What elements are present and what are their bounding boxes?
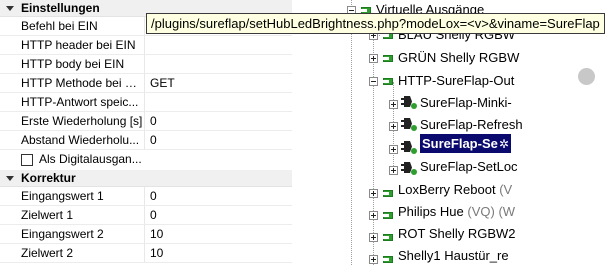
property-value[interactable]: 0 xyxy=(145,112,292,131)
scroll-indicator[interactable] xyxy=(578,68,595,85)
green-output-icon xyxy=(381,231,393,243)
expand-toggle[interactable] xyxy=(389,145,398,154)
tree-node-http-sureflap-out[interactable]: HTTP-SureFlap-Out xyxy=(398,71,514,90)
checkbox-label: Als Digitalausgan... xyxy=(39,152,142,166)
property-row-eingangswert-2[interactable]: Eingangswert 2 10 xyxy=(0,225,292,244)
green-output-icon xyxy=(381,187,393,199)
expand-toggle[interactable] xyxy=(369,211,378,220)
property-row-abstand-wiederholung[interactable]: Abstand Wiederholu... 0 xyxy=(0,131,292,150)
tree-node-rot-shelly[interactable]: ROT Shelly RGBW2 xyxy=(398,224,516,243)
property-grid: Einstellungen Befehl bei EIN HTTP header… xyxy=(0,0,292,265)
property-name: Befehl bei EIN xyxy=(0,17,145,36)
property-name: Erste Wiederholung [s] xyxy=(0,112,145,131)
property-name: Eingangswert 1 xyxy=(0,187,145,206)
plug-output-icon xyxy=(401,96,417,110)
property-value[interactable]: 10 xyxy=(145,244,292,263)
green-output-icon xyxy=(381,52,393,64)
property-row-http-header[interactable]: HTTP header bei EIN xyxy=(0,36,292,55)
tree-node-sureflap-setloc[interactable]: SureFlap-SetLoc xyxy=(420,157,518,176)
green-output-icon xyxy=(381,75,393,87)
property-row-http-antwort[interactable]: HTTP-Antwort speic... xyxy=(0,93,292,112)
expand-toggle[interactable] xyxy=(389,122,398,131)
collapse-toggle[interactable] xyxy=(369,77,378,86)
expand-toggle[interactable] xyxy=(369,233,378,242)
node-sub: (V xyxy=(499,182,513,197)
gear-icon: ✲ xyxy=(498,137,509,151)
property-value[interactable] xyxy=(145,36,292,55)
node-sub: (VQ) (W xyxy=(467,204,516,219)
property-value[interactable]: 10 xyxy=(145,225,292,244)
property-row-http-methode[interactable]: HTTP Methode bei EIN GET xyxy=(0,74,292,93)
property-name: Eingangswert 2 xyxy=(0,225,145,244)
property-value[interactable] xyxy=(145,55,292,74)
node-label: Philips Hue xyxy=(398,204,464,219)
tree-node-gruen-shelly[interactable]: GRÜN Shelly RGBW xyxy=(398,48,519,67)
tree-guide-line xyxy=(351,0,352,265)
tree-node-philips-hue[interactable]: Philips Hue (VQ) (W xyxy=(398,202,515,221)
expand-toggle[interactable] xyxy=(369,54,378,63)
property-name: HTTP-Antwort speic... xyxy=(0,93,145,112)
tree-node-loxberry-reboot[interactable]: LoxBerry Reboot (V xyxy=(398,180,512,199)
plug-output-icon xyxy=(401,118,417,132)
property-name: Zielwert 1 xyxy=(0,206,145,225)
node-label: SureFlap-Se xyxy=(422,136,498,151)
tree-node-sureflap-minki[interactable]: SureFlap-Minki- xyxy=(420,93,512,112)
property-name: HTTP header bei EIN xyxy=(0,36,145,55)
property-row-eingangswert-1[interactable]: Eingangswert 1 0 xyxy=(0,187,292,206)
property-value[interactable]: 0 xyxy=(145,131,292,150)
digitalausgang-checkbox[interactable] xyxy=(21,154,33,166)
tree-node-shelly1-haustuer[interactable]: Shelly1 Haustür_re xyxy=(398,246,509,265)
property-name: HTTP Methode bei EIN xyxy=(0,74,145,93)
expand-toggle[interactable] xyxy=(369,189,378,198)
property-value[interactable]: 0 xyxy=(145,187,292,206)
property-name: HTTP body bei EIN xyxy=(0,55,145,74)
property-name: Zielwert 2 xyxy=(0,244,145,263)
property-row-http-body[interactable]: HTTP body bei EIN xyxy=(0,55,292,74)
object-tree[interactable]: Virtuelle Ausgänge BLAU Shelly RGBW GRÜN… xyxy=(292,0,606,265)
property-row-zielwert-2[interactable]: Zielwert 2 10 xyxy=(0,244,292,263)
tree-node-sureflap-refresh[interactable]: SureFlap-Refresh xyxy=(420,115,523,134)
green-output-icon xyxy=(381,209,393,221)
property-value[interactable] xyxy=(145,93,292,112)
property-name: Abstand Wiederholu... xyxy=(0,131,145,150)
green-output-icon xyxy=(381,253,393,265)
property-value[interactable]: 0 xyxy=(145,206,292,225)
tree-node-sureflap-selected[interactable]: SureFlap-Se✲ xyxy=(420,134,511,153)
collapse-icon[interactable] xyxy=(5,3,15,13)
plug-output-icon xyxy=(401,141,417,155)
category-label: Korrektur xyxy=(21,171,76,185)
expand-toggle[interactable] xyxy=(369,255,378,264)
property-row-erste-wiederholung[interactable]: Erste Wiederholung [s] 0 xyxy=(0,112,292,131)
property-row-als-digitalausgang[interactable]: Als Digitalausgan... xyxy=(0,150,292,169)
expand-toggle[interactable] xyxy=(389,166,398,175)
collapse-icon[interactable] xyxy=(5,173,15,183)
property-value[interactable]: GET xyxy=(145,74,292,93)
category-korrektur[interactable]: Korrektur xyxy=(0,170,292,187)
expand-toggle[interactable] xyxy=(389,100,398,109)
property-row-zielwert-1[interactable]: Zielwert 1 0 xyxy=(0,206,292,225)
tooltip: /plugins/sureflap/setHubLedBrightness.ph… xyxy=(146,13,605,34)
plug-output-icon xyxy=(401,162,417,176)
node-label: LoxBerry Reboot xyxy=(398,182,496,197)
category-label: Einstellungen xyxy=(21,1,100,15)
